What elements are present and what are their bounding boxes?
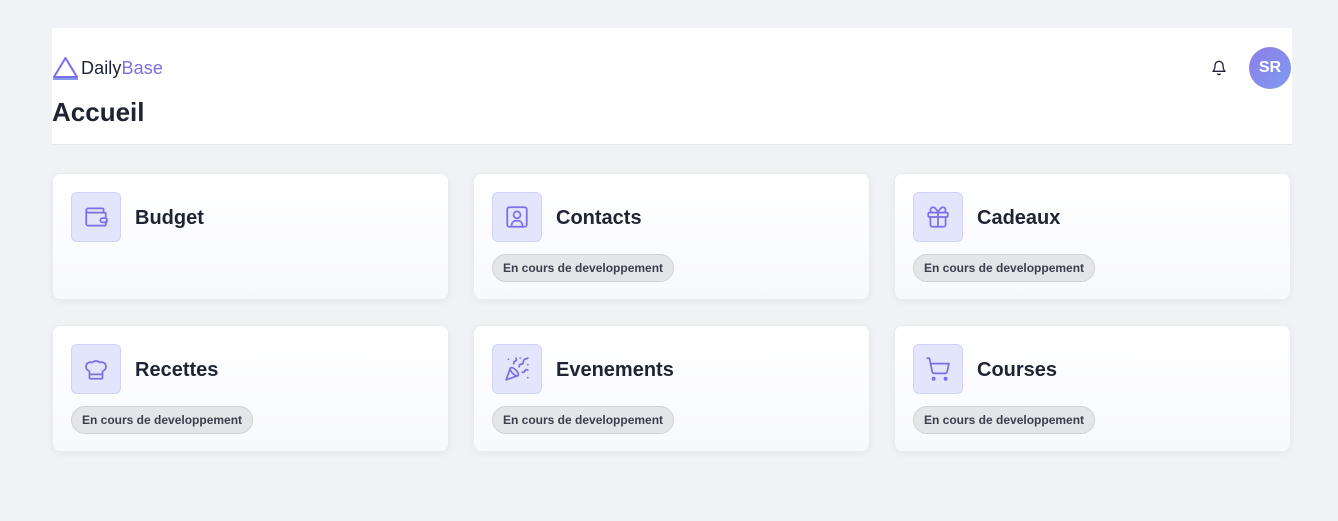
status-badge: En cours de developpement [913,406,1096,434]
status-badge: En cours de developpement [492,254,675,282]
card-title: Evenements [556,359,674,381]
chef-hat-icon [85,360,107,380]
wallet-icon [85,207,108,227]
icon-container [913,192,963,242]
card-title: Recettes [135,359,219,381]
user-avatar[interactable]: SR [1249,47,1291,89]
module-card-courses[interactable]: Courses En cours de developpement [894,325,1291,452]
icon-container [492,192,542,242]
logo-text-daily: Daily [81,57,122,78]
triangle-logo-icon [53,57,78,80]
logo-text-base: Base [121,57,163,78]
status-badge: En cours de developpement [913,254,1096,282]
page-title: Accueil [52,97,145,127]
module-card-cadeaux[interactable]: Cadeaux En cours de developpement [894,173,1291,300]
icon-container [913,344,963,394]
icon-container [492,344,542,394]
bell-icon [1212,60,1226,76]
party-popper-icon [505,357,529,381]
card-title: Cadeaux [977,207,1061,229]
card-title: Contacts [556,207,642,229]
status-badge: En cours de developpement [492,406,675,434]
module-card-evenements[interactable]: Evenements En cours de developpement [473,325,870,452]
shopping-cart-icon [926,357,950,381]
app-logo[interactable]: Daily Base [52,56,163,80]
icon-container [71,192,121,242]
module-card-budget[interactable]: Budget [52,173,449,300]
contact-card-icon [506,206,528,228]
module-card-recettes[interactable]: Recettes En cours de developpement [52,325,449,452]
card-title: Budget [135,207,204,229]
gift-icon [927,206,949,228]
module-grid: Budget Contacts En cours de developpemen… [52,173,1292,452]
status-badge: En cours de developpement [71,406,254,434]
card-title: Courses [977,359,1058,381]
module-card-contacts[interactable]: Contacts En cours de developpement [473,173,870,300]
top-header: Daily Base Accueil SR [52,28,1292,145]
icon-container [71,344,121,394]
notifications-button[interactable] [1209,58,1229,78]
